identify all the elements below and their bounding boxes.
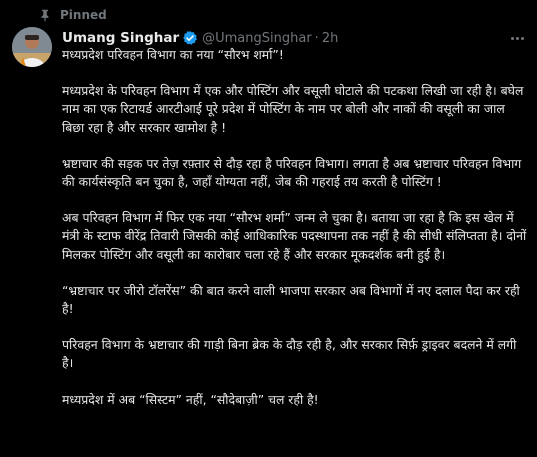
- tweet-paragraph-5: “भ्रष्टाचार पर जीरो टॉलरेंस” की बात करने…: [62, 282, 520, 317]
- pinned-indicator: Pinned: [38, 6, 107, 24]
- tweet-paragraph-2: मध्यप्रदेश के परिवहन विभाग में एक और पोस…: [62, 83, 524, 135]
- tweet-paragraph-4: अब परिवहन विभाग में फिर एक नया “सौरभ शर्…: [62, 210, 527, 262]
- tweet-header: Umang Singhar @UmangSinghar · 2h: [62, 28, 529, 48]
- avatar[interactable]: [12, 27, 52, 67]
- tweet-body: मध्यप्रदेश परिवहन विभाग का नया “सौरभ शर्…: [62, 46, 528, 409]
- tweet-paragraph-1: मध्यप्रदेश परिवहन विभाग का नया “सौरभ शर्…: [62, 47, 284, 62]
- display-name[interactable]: Umang Singhar: [62, 30, 179, 46]
- verified-badge-icon: [183, 31, 198, 45]
- separator-dot: ·: [314, 30, 319, 46]
- tweet-paragraph-7: मध्यप्रदेश में अब “सिस्टम” नहीं, “सौदेबा…: [62, 391, 319, 407]
- pin-icon: [41, 9, 49, 22]
- user-handle[interactable]: @UmangSinghar: [202, 31, 312, 46]
- timestamp[interactable]: 2h: [322, 31, 339, 46]
- tweet-paragraph-6: परिवहन विभाग के भ्रष्टाचार की गाड़ी बिना…: [62, 337, 517, 371]
- tweet-paragraph-3: भ्रष्टाचार की सड़क पर तेज़ रफ़्तार से दौ…: [62, 155, 522, 190]
- more-options-icon[interactable]: [507, 30, 527, 46]
- pinned-label: Pinned: [60, 8, 107, 22]
- avatar-image: [12, 27, 52, 67]
